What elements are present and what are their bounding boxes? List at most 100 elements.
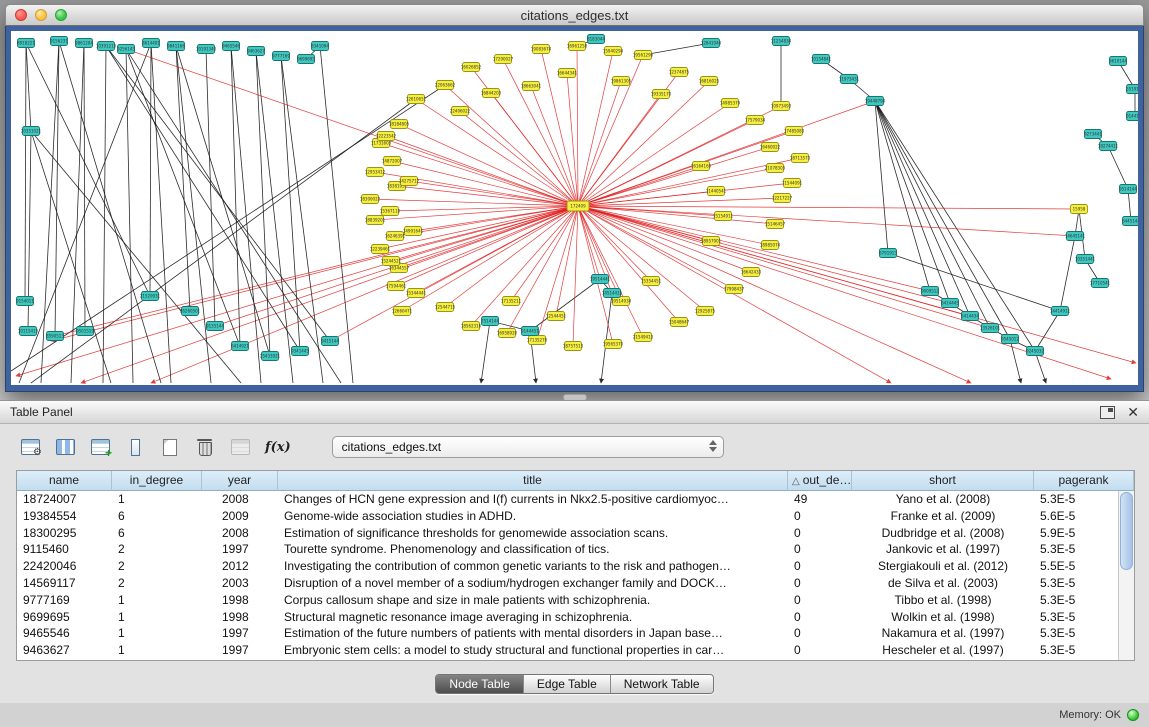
table-options-icon[interactable]: ⚙ (18, 435, 42, 459)
column-header-title[interactable]: title (278, 471, 788, 491)
graph-node[interactable]: 9610144 (1109, 57, 1127, 66)
scrollbar-thumb[interactable] (1120, 492, 1133, 570)
graph-node[interactable]: 12239461 (370, 245, 391, 254)
delete-table-icon[interactable] (193, 435, 217, 459)
cell-short[interactable]: Dudbridge et al. (2008) (852, 525, 1034, 542)
table-row[interactable]: 946554611997Estimation of the future num… (17, 625, 1134, 642)
graph-node[interactable]: 21549413 (633, 333, 654, 342)
graph-node[interactable]: 8341094 (311, 42, 329, 51)
graph-node[interactable]: 11544091 (782, 179, 803, 188)
cell-year[interactable]: 2008 (202, 491, 278, 508)
graph-node[interactable]: 18663041 (521, 82, 542, 91)
cell-out[interactable]: 0 (788, 642, 852, 659)
graph-node[interactable]: 15146457 (765, 220, 786, 229)
float-panel-icon[interactable] (1100, 406, 1115, 419)
cell-in[interactable]: 2 (112, 558, 202, 575)
graph-node[interactable]: 10351441 (1075, 255, 1096, 264)
graph-node[interactable]: 9501519 (76, 327, 94, 336)
cell-out[interactable]: 49 (788, 491, 852, 508)
cell-title[interactable]: Corpus callosum shape and size in male p… (278, 592, 788, 609)
create-column-icon[interactable]: + (88, 435, 112, 459)
network-window-titlebar[interactable]: citations_edges.txt (5, 4, 1144, 26)
cell-in[interactable]: 1 (112, 642, 202, 659)
cell-year[interactable]: 2012 (202, 558, 278, 575)
column-header-outde[interactable]: △out_de… (788, 471, 852, 491)
table-select-dropdown[interactable]: citations_edges.txt (332, 436, 724, 458)
cell-year[interactable]: 2003 (202, 575, 278, 592)
graph-node[interactable]: 13526101 (980, 324, 1001, 333)
graph-node[interactable]: 12544451 (546, 312, 567, 321)
graph-node[interactable]: 11973431 (839, 75, 860, 84)
cell-out[interactable]: 0 (788, 592, 852, 609)
graph-node[interactable]: 10391213 (96, 42, 117, 51)
graph-node[interactable]: 8590513 (46, 332, 64, 341)
delete-column-icon[interactable] (123, 435, 147, 459)
cell-title[interactable]: Genome-wide association studies in ADHD. (278, 508, 788, 525)
graph-node[interactable]: 5414434 (961, 312, 979, 321)
cell-short[interactable]: Yano et al. (2008) (852, 491, 1034, 508)
graph-node[interactable]: 9144145 (1126, 112, 1138, 121)
graph-node[interactable]: 9463627 (247, 47, 265, 56)
graph-node[interactable]: 17135278 (527, 336, 548, 345)
graph-node[interactable]: 14514415 (602, 289, 623, 298)
graph-node[interactable]: 9514144 (1119, 185, 1137, 194)
table-row[interactable]: 2242004622012Investigating the contribut… (17, 558, 1134, 575)
graph-node[interactable]: 14414911 (1050, 307, 1071, 316)
graph-node[interactable]: 9273441 (1084, 130, 1102, 139)
graph-node[interactable]: 20351021 (21, 127, 42, 136)
graph-node[interactable]: 9415144 (321, 337, 339, 346)
graph-node[interactable]: 10115413 (18, 327, 39, 336)
table-row[interactable]: 1456911722003Disruption of a novel membe… (17, 575, 1134, 592)
cell-short[interactable]: Franke et al. (2009) (852, 508, 1034, 525)
graph-node[interactable]: 15354451 (641, 277, 662, 286)
graph-node[interactable]: 12953412 (365, 168, 386, 177)
graph-node[interactable]: 26260501 (180, 307, 201, 316)
cell-out[interactable]: 0 (788, 541, 852, 558)
graph-node[interactable]: 18274411 (1098, 142, 1119, 151)
graph-node[interactable]: 6791913 (879, 249, 897, 258)
cell-in[interactable]: 6 (112, 525, 202, 542)
graph-node[interactable]: 9009512 (921, 287, 939, 296)
graph-node[interactable]: 6414921 (231, 342, 249, 351)
graph-node[interactable]: 12374875 (669, 68, 690, 77)
cell-name[interactable]: 18724007 (17, 491, 112, 508)
graph-node[interactable]: 172409 (567, 201, 589, 211)
graph-node[interactable]: 12217227 (772, 194, 793, 203)
graph-node[interactable]: 15367110 (380, 207, 401, 216)
graph-node[interactable]: 16642433 (741, 268, 762, 277)
cell-title[interactable]: Estimation of the future numbers of pati… (278, 625, 788, 642)
graph-node[interactable]: 6445144 (1122, 217, 1138, 226)
graph-node[interactable]: 14985379 (720, 99, 741, 108)
tab-node-table[interactable]: Node Table (436, 675, 524, 693)
graph-node[interactable]: 7514144 (481, 317, 499, 326)
graph-node[interactable]: 12841044 (701, 39, 722, 48)
graph-node[interactable]: 16958920 (497, 329, 518, 338)
tab-edge-table[interactable]: Edge Table (524, 675, 611, 693)
cell-year[interactable]: 1997 (202, 625, 278, 642)
cell-name[interactable]: 9699695 (17, 609, 112, 626)
cell-name[interactable]: 18300295 (17, 525, 112, 542)
graph-node[interactable]: 16844203 (481, 89, 502, 98)
cell-year[interactable]: 1997 (202, 642, 278, 659)
graph-node[interactable]: 17594461 (386, 282, 407, 291)
network-canvas[interactable]: 1830002212953412117316031818480512610651… (11, 31, 1138, 385)
graph-node[interactable]: 9154011 (16, 297, 34, 306)
graph-node[interactable]: 18184805 (389, 120, 410, 129)
graph-node[interactable]: 8183044 (587, 35, 605, 44)
graph-node[interactable]: 10973493 (771, 102, 792, 111)
cell-in[interactable]: 2 (112, 541, 202, 558)
graph-node[interactable]: 11254834 (771, 37, 792, 46)
graph-node[interactable]: 18957901 (701, 237, 722, 246)
cell-short[interactable]: Hescheler et al. (1997) (852, 642, 1034, 659)
table-vertical-scrollbar[interactable] (1118, 491, 1134, 660)
graph-node[interactable]: 11440541 (706, 187, 727, 196)
column-header-indegree[interactable]: in_degree (112, 471, 202, 491)
graph-node[interactable]: 19565370 (603, 340, 624, 349)
cell-name[interactable]: 9465546 (17, 625, 112, 642)
column-visibility-icon[interactable] (53, 435, 77, 459)
graph-node[interactable]: 9341445 (291, 347, 309, 356)
graph-node[interactable]: 17710541 (1090, 279, 1111, 288)
column-header-pagerank[interactable]: pagerank (1034, 471, 1134, 491)
cell-in[interactable]: 1 (112, 625, 202, 642)
graph-node[interactable]: 12660471 (392, 307, 413, 316)
